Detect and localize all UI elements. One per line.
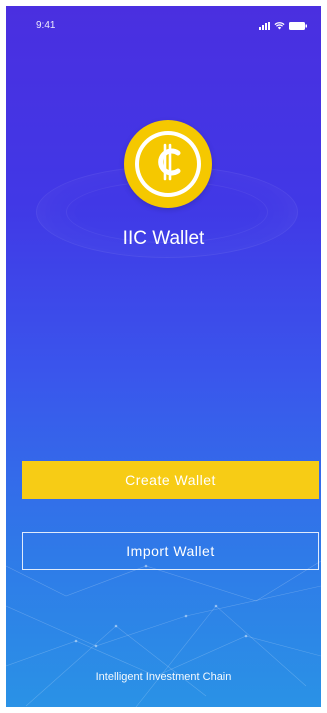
app-logo [124, 120, 212, 208]
cedi-coin-icon [151, 142, 185, 187]
app-title: IIC Wallet [122, 228, 205, 249]
battery-icon [289, 22, 307, 30]
status-icons [259, 20, 307, 30]
signal-icon [259, 22, 270, 30]
status-time: 9:41 [36, 20, 56, 31]
tagline: Intelligent Investment Chain [95, 671, 232, 683]
import-wallet-button[interactable]: Import Wallet [22, 532, 319, 570]
app-screen: 9:41 IIC Wallet Create Wallet Import Wal… [6, 6, 321, 707]
create-wallet-button[interactable]: Create Wallet [22, 461, 319, 499]
wifi-icon [274, 21, 285, 30]
status-bar: 9:41 [6, 6, 321, 42]
